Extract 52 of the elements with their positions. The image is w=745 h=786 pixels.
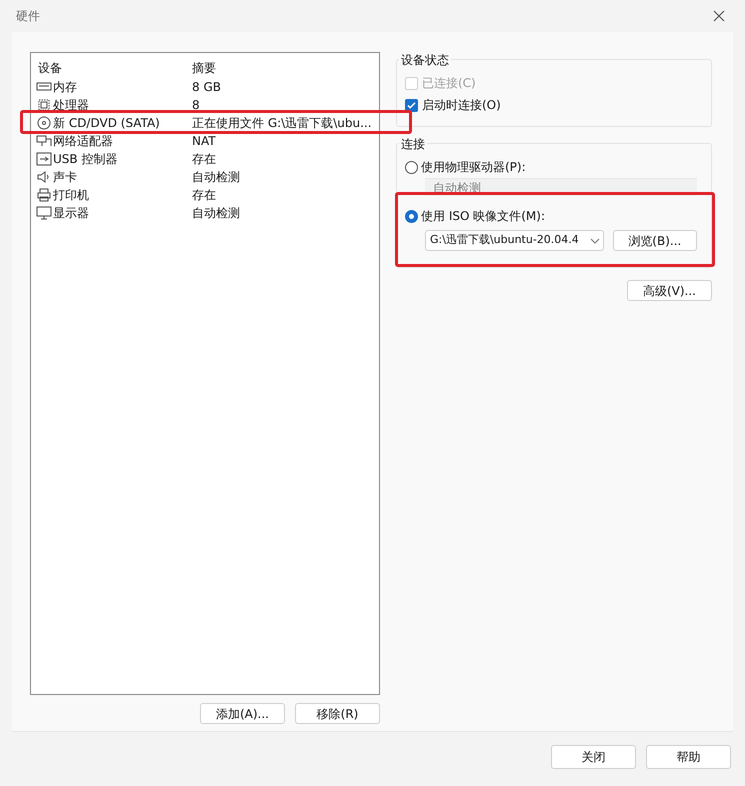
device-summary: 正在使用文件 G:\迅雷下载\ubu... <box>191 115 372 132</box>
column-header[interactable]: 摘要 <box>185 59 379 77</box>
group-title: 连接 <box>399 135 427 153</box>
device-name: 新 CD/DVD (SATA) <box>53 115 160 132</box>
radio-label: 使用 ISO 映像文件(M): <box>421 208 545 225</box>
network-icon <box>36 134 52 148</box>
remove-button[interactable]: 移除(R) <box>295 703 380 724</box>
window-title: 硬件 <box>16 8 40 25</box>
device-name: USB 控制器 <box>53 151 118 168</box>
help-button[interactable]: 帮助 <box>646 745 731 769</box>
column-header[interactable]: 设备 <box>31 59 185 77</box>
device-row[interactable]: 打印机 存在 <box>31 186 379 204</box>
browse-button[interactable]: 浏览(B)... <box>612 230 697 251</box>
device-name: 打印机 <box>53 187 89 204</box>
advanced-button[interactable]: 高级(V)... <box>627 280 712 301</box>
close-icon <box>713 10 725 22</box>
device-name: 内存 <box>53 79 77 96</box>
checkbox-label: 已连接(C) <box>422 75 476 92</box>
iso-path-dropdown[interactable]: G:\迅雷下载\ubuntu-20.04.4 <box>425 230 604 251</box>
device-row[interactable]: 内存 8 GB <box>31 78 379 96</box>
device-row[interactable]: 显示器 自动检测 <box>31 204 379 222</box>
radio-button[interactable] <box>405 210 418 222</box>
checkbox[interactable] <box>405 98 418 112</box>
device-summary: NAT <box>191 133 216 150</box>
checkbox-label: 启动时连接(O) <box>422 97 501 114</box>
device-name: 声卡 <box>53 169 77 186</box>
device-name: 显示器 <box>53 205 89 222</box>
device-summary: 自动检测 <box>191 205 240 222</box>
disc-icon <box>36 116 52 130</box>
close-dialog-button[interactable]: 关闭 <box>551 745 636 769</box>
device-summary: 自动检测 <box>191 169 240 186</box>
add-button[interactable]: 添加(A)... <box>200 703 285 724</box>
iso-path: G:\迅雷下载\ubuntu-20.04.4 <box>430 232 580 248</box>
device-name: 网络适配器 <box>53 133 113 150</box>
radio-label: 使用物理驱动器(P): <box>421 159 526 176</box>
device-summary: 存在 <box>191 187 216 204</box>
device-row[interactable]: 处理器 8 <box>31 96 379 114</box>
device-row[interactable]: 网络适配器 NAT <box>31 132 379 150</box>
device-row[interactable]: USB 控制器 存在 <box>31 150 379 168</box>
device-summary: 8 GB <box>191 79 221 96</box>
device-row[interactable]: 声卡 自动检测 <box>31 168 379 186</box>
radio-button[interactable] <box>405 160 418 174</box>
chip-icon <box>36 98 52 112</box>
device-summary: 存在 <box>191 151 216 168</box>
device-name: 处理器 <box>53 97 89 114</box>
group-title: 设备状态 <box>399 51 451 69</box>
printer-icon <box>36 188 52 202</box>
monitor-icon <box>36 206 52 220</box>
chevron-down-icon <box>590 238 600 244</box>
device-row[interactable]: 新 CD/DVD (SATA) 正在使用文件 G:\迅雷下载\ubu... <box>31 114 379 132</box>
device-summary: 8 <box>191 97 200 114</box>
usb-icon <box>36 152 52 166</box>
